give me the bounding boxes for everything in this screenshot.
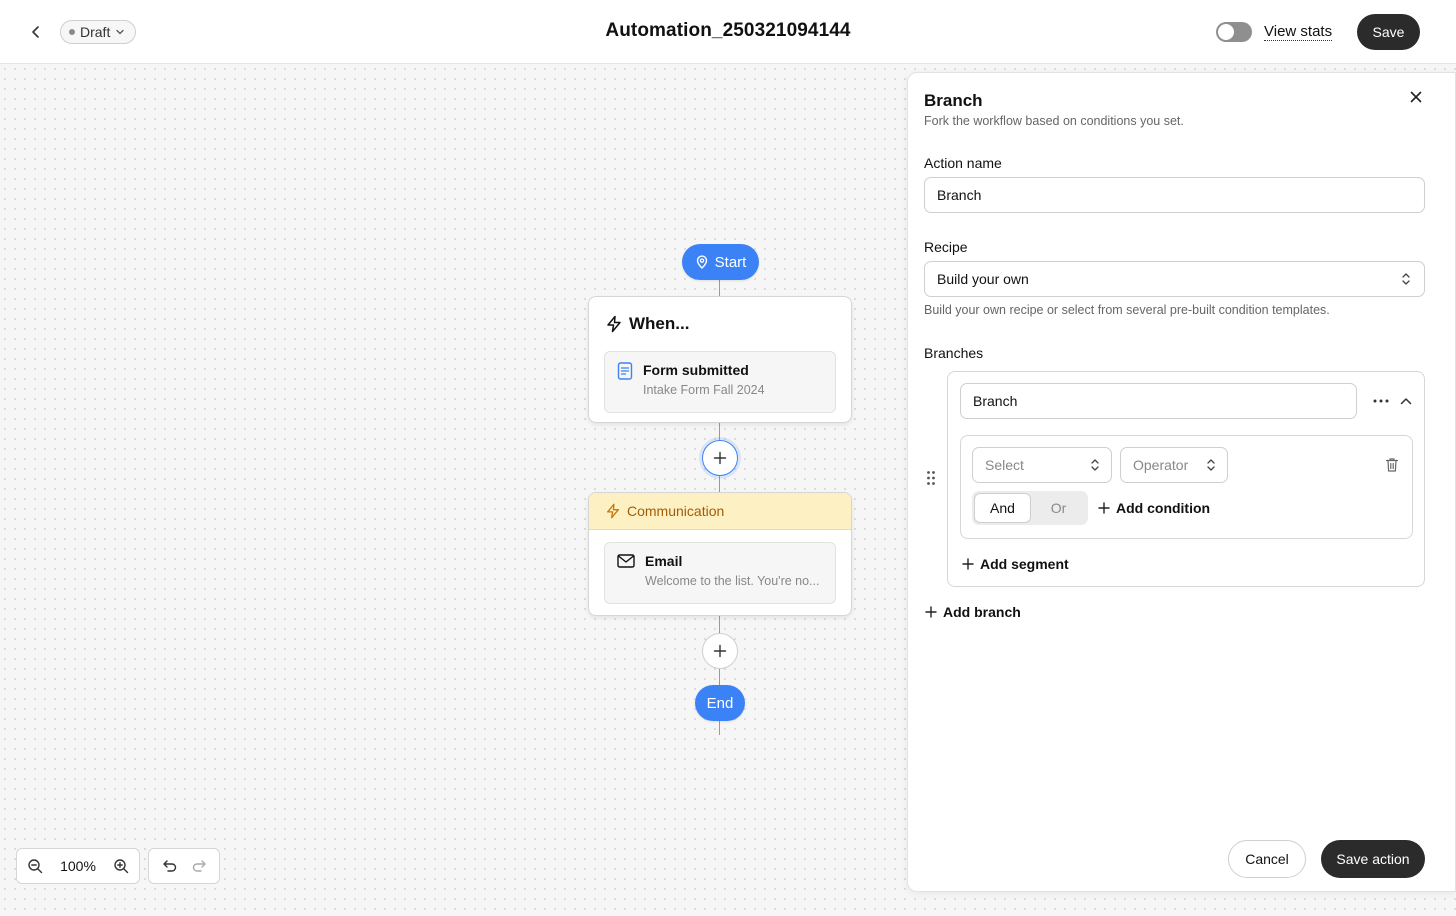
form-submitted-item[interactable]: Form submitted Intake Form Fall 2024 <box>604 351 836 413</box>
close-icon <box>1410 91 1422 103</box>
logic-or-option[interactable]: Or <box>1031 493 1086 523</box>
top-bar: Draft Automation_250321094144 View stats… <box>0 0 1456 64</box>
add-branch-label: Add branch <box>943 604 1021 620</box>
drag-handle-icon[interactable] <box>926 470 936 491</box>
branch-collapse-button[interactable] <box>1398 393 1414 409</box>
undo-button[interactable] <box>162 858 178 874</box>
plus-icon <box>713 451 727 465</box>
history-controls <box>148 848 220 884</box>
action-name-input[interactable]: Branch <box>924 177 1425 213</box>
status-dropdown[interactable]: Draft <box>60 20 137 44</box>
cancel-button[interactable]: Cancel <box>1228 840 1306 878</box>
operator-select[interactable]: Operator <box>1120 447 1228 483</box>
communication-label: Communication <box>627 503 725 519</box>
field-select-placeholder: Select <box>985 457 1024 473</box>
action-name-label: Action name <box>924 155 1002 171</box>
add-step-button[interactable] <box>702 440 738 476</box>
field-select[interactable]: Select <box>972 447 1112 483</box>
email-subtitle: Welcome to the list. You're no... <box>645 574 820 588</box>
zoom-out-icon <box>28 859 43 874</box>
email-text: Email Welcome to the list. You're no... <box>645 553 823 593</box>
zoom-in-icon <box>114 859 129 874</box>
lightning-icon <box>607 503 619 519</box>
communication-card-header: Communication <box>589 493 851 530</box>
add-condition-button[interactable]: Add condition <box>1098 500 1210 516</box>
add-segment-button[interactable]: Add segment <box>962 556 1069 572</box>
view-stats-toggle[interactable] <box>1216 22 1252 42</box>
panel-subtitle: Fork the workflow based on conditions yo… <box>924 114 1184 128</box>
connector-line <box>719 279 720 297</box>
start-label: Start <box>714 253 747 271</box>
lightning-icon <box>607 315 621 333</box>
trigger-heading: When... <box>629 314 690 333</box>
add-branch-button[interactable]: Add branch <box>925 604 1021 620</box>
zoom-controls: 100% <box>16 848 140 884</box>
chevron-up-down-icon <box>1402 273 1410 285</box>
mail-icon <box>617 554 635 568</box>
add-segment-label: Add segment <box>980 556 1069 572</box>
email-title: Email <box>645 553 683 569</box>
close-panel-button[interactable] <box>1406 87 1426 107</box>
chevron-down-icon <box>116 29 124 35</box>
end-label: End <box>706 694 734 712</box>
zoom-level: 100% <box>60 858 96 874</box>
logic-and-option[interactable]: And <box>974 493 1031 523</box>
branches-label: Branches <box>924 345 984 361</box>
recipe-value: Build your own <box>937 271 1029 287</box>
end-node[interactable]: End <box>695 685 745 721</box>
branch-name-input[interactable]: Branch <box>960 383 1357 419</box>
recipe-helper-text: Build your own recipe or select from sev… <box>924 303 1330 317</box>
add-step-button[interactable] <box>702 633 738 669</box>
branch-more-button[interactable] <box>1372 393 1390 409</box>
form-submitted-subtitle: Intake Form Fall 2024 <box>643 383 765 397</box>
map-pin-icon <box>696 255 707 269</box>
more-horizontal-icon <box>1373 399 1389 403</box>
trigger-card-header: When... <box>589 297 851 351</box>
redo-icon <box>192 860 206 872</box>
save-button[interactable]: Save <box>1357 14 1420 50</box>
plus-icon <box>925 606 937 618</box>
redo-button[interactable] <box>191 858 207 874</box>
zoom-out-button[interactable] <box>27 858 43 874</box>
logic-toggle: And Or <box>972 491 1088 525</box>
recipe-label: Recipe <box>924 239 968 255</box>
email-item[interactable]: Email Welcome to the list. You're no... <box>604 542 836 604</box>
view-stats-link[interactable]: View stats <box>1264 23 1333 41</box>
chevron-up-down-icon <box>1091 459 1099 471</box>
status-label: Draft <box>80 24 111 40</box>
chevron-up-down-icon <box>1207 459 1215 471</box>
form-submitted-text: Form submitted Intake Form Fall 2024 <box>643 362 821 402</box>
branch-settings-panel: Branch Fork the workflow based on condit… <box>907 72 1456 892</box>
delete-condition-button[interactable] <box>1384 456 1400 474</box>
plus-icon <box>962 558 974 570</box>
trigger-card[interactable]: When... Form submitted Intake Form Fall … <box>588 296 852 423</box>
save-action-button[interactable]: Save action <box>1321 840 1425 878</box>
communication-card[interactable]: Communication Email Welcome to the list.… <box>588 492 852 616</box>
zoom-in-button[interactable] <box>113 858 129 874</box>
form-submitted-title: Form submitted <box>643 362 749 378</box>
chevron-left-icon <box>32 26 39 38</box>
toggle-knob <box>1218 24 1234 40</box>
add-condition-label: Add condition <box>1116 500 1211 516</box>
status-dot <box>69 29 75 35</box>
undo-icon <box>162 860 176 872</box>
recipe-select[interactable]: Build your own <box>924 261 1425 297</box>
back-button[interactable] <box>24 20 48 44</box>
chevron-up-icon <box>1400 398 1412 405</box>
form-document-icon <box>617 362 633 380</box>
plus-icon <box>1098 502 1110 514</box>
trash-icon <box>1385 458 1399 472</box>
plus-icon <box>713 644 727 658</box>
operator-select-placeholder: Operator <box>1133 457 1189 473</box>
start-node[interactable]: Start <box>682 244 759 280</box>
panel-title: Branch <box>924 91 983 110</box>
